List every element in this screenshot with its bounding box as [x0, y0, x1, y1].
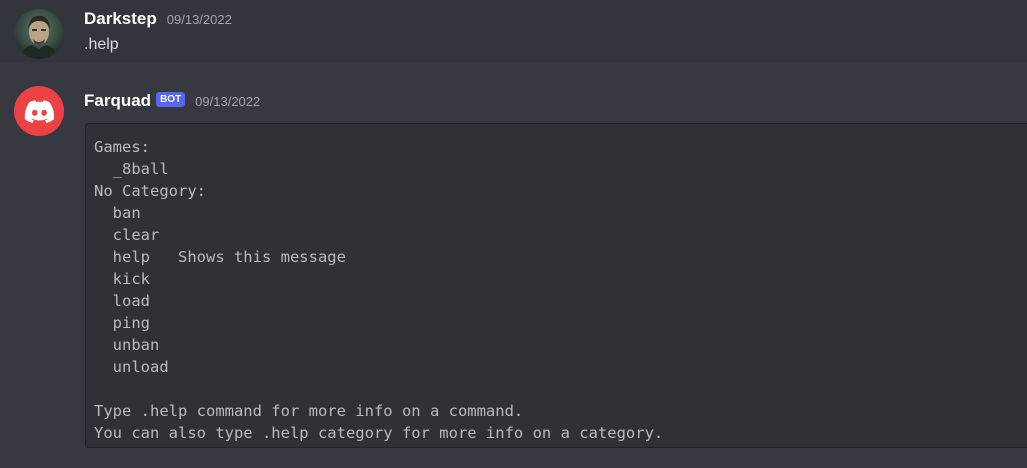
message-farquad: Farquad BOT 09/13/2022 Games: _8ball No …: [0, 80, 1027, 468]
user-avatar[interactable]: [14, 9, 64, 59]
message-darkstep: Darkstep 09/13/2022 .help: [0, 0, 1027, 62]
username[interactable]: Darkstep: [84, 9, 157, 29]
message-content: .help: [84, 36, 119, 53]
timestamp[interactable]: 09/13/2022: [167, 12, 232, 27]
bot-badge: BOT: [156, 91, 186, 107]
message-header: Farquad BOT 09/13/2022: [84, 90, 260, 112]
code-block: Games: _8ball No Category: ban clear hel…: [85, 123, 1027, 448]
username[interactable]: Farquad: [84, 91, 151, 111]
timestamp[interactable]: 09/13/2022: [195, 94, 260, 109]
bot-avatar[interactable]: [14, 86, 64, 136]
help-output-text: Games: _8ball No Category: ban clear hel…: [94, 138, 664, 442]
user-portrait-icon: [20, 15, 58, 59]
discord-logo-icon: [24, 100, 55, 123]
message-header: Darkstep 09/13/2022: [84, 8, 232, 30]
